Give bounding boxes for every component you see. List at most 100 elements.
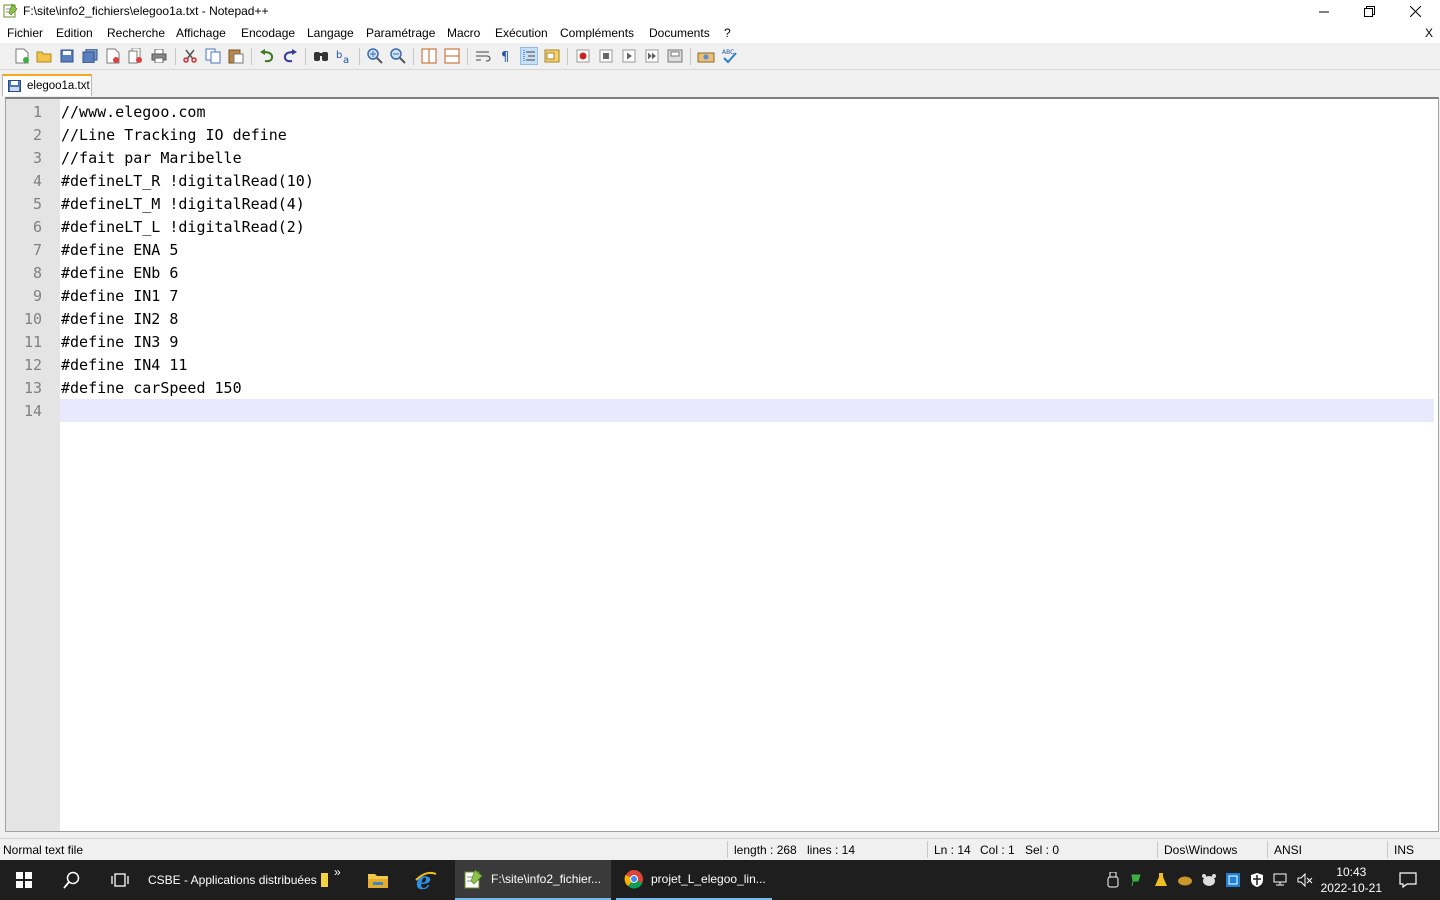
menu-affichage[interactable]: Affichage: [176, 26, 226, 40]
line-number: 2: [32, 126, 42, 144]
indent-guide-icon[interactable]: [520, 47, 538, 65]
toolbar-folder-label[interactable]: CSBE - Applications distribuées: [148, 860, 317, 900]
launch-browser-icon[interactable]: [697, 47, 715, 65]
undo-icon[interactable]: [258, 47, 276, 65]
minimize-button[interactable]: [1301, 0, 1347, 23]
file-explorer-button[interactable]: [355, 860, 401, 900]
code-line[interactable]: #define IN1 7: [61, 285, 178, 308]
menu-fichier[interactable]: Fichier: [7, 26, 43, 40]
code-line[interactable]: #defineLT_R !digitalRead(10): [61, 170, 314, 193]
code-line[interactable]: #define IN4 11: [61, 354, 187, 377]
eol-format-label[interactable]: Dos\Windows: [1164, 843, 1237, 857]
toolbar-overflow-button[interactable]: »: [334, 852, 341, 892]
record-macro-icon[interactable]: [574, 47, 592, 65]
bear-tray-icon[interactable]: [1201, 872, 1217, 888]
menu-encodage[interactable]: Encodage: [241, 26, 295, 40]
stop-macro-icon[interactable]: [597, 47, 615, 65]
title-bar: F:\site\info2_fichiers\elegoo1a.txt - No…: [0, 0, 1440, 23]
cut-icon[interactable]: [181, 47, 199, 65]
show-all-chars-icon[interactable]: ¶: [497, 47, 515, 65]
svg-text:ABC: ABC: [722, 49, 734, 56]
save-all-icon[interactable]: [81, 47, 99, 65]
new-file-icon[interactable]: [13, 47, 31, 65]
save-macro-icon[interactable]: [666, 47, 684, 65]
close-window-button[interactable]: [1392, 0, 1438, 23]
menu-help[interactable]: ?: [724, 26, 731, 40]
code-line[interactable]: //Line Tracking IO define: [61, 124, 287, 147]
code-line[interactable]: #define ENA 5: [61, 239, 178, 262]
encoding-label[interactable]: ANSI: [1274, 843, 1302, 857]
taskbar-chrome[interactable]: projet_L_elegoo_lin...: [616, 860, 772, 900]
print-icon[interactable]: [150, 47, 168, 65]
network-icon[interactable]: [1273, 872, 1289, 888]
sync-vertical-icon[interactable]: [420, 47, 438, 65]
menu-edition[interactable]: Edition: [56, 26, 93, 40]
zoom-out-icon[interactable]: [389, 47, 407, 65]
saved-file-icon: [8, 80, 21, 92]
cloud-tray-icon[interactable]: [1177, 872, 1193, 888]
run-macro-multiple-icon[interactable]: [643, 47, 661, 65]
spell-check-icon[interactable]: ABC: [720, 47, 738, 65]
line-number: 12: [23, 356, 42, 374]
text-editor[interactable]: 1 //www.elegoo.com 2 //Line Tracking IO …: [5, 97, 1439, 832]
play-macro-icon[interactable]: [620, 47, 638, 65]
copy-icon[interactable]: [204, 47, 222, 65]
insert-mode-label[interactable]: INS: [1394, 843, 1414, 857]
menu-macro[interactable]: Macro: [447, 26, 480, 40]
search-button[interactable]: [48, 860, 96, 900]
menu-documents[interactable]: Documents: [649, 26, 710, 40]
lines-count-label: lines : 14: [807, 843, 856, 857]
menu-recherche[interactable]: Recherche: [107, 26, 165, 40]
code-line[interactable]: #defineLT_L !digitalRead(2): [61, 216, 305, 239]
restore-button[interactable]: [1346, 0, 1392, 23]
windows-icon: [16, 872, 32, 888]
paste-icon[interactable]: [227, 47, 245, 65]
replace-icon[interactable]: ba: [335, 47, 353, 65]
flask-tray-icon[interactable]: [1153, 872, 1169, 888]
task-view-button[interactable]: [96, 860, 144, 900]
code-line[interactable]: //fait par Maribelle: [61, 147, 242, 170]
usb-device-icon[interactable]: [1105, 872, 1121, 888]
code-line[interactable]: //www.elegoo.com: [61, 101, 206, 124]
green-app-tray-icon[interactable]: [1129, 872, 1145, 888]
tab-label: elegoo1a.txt: [27, 80, 90, 92]
menu-langage[interactable]: Langage: [307, 26, 354, 40]
code-line[interactable]: #define carSpeed 150: [61, 377, 242, 400]
close-all-icon[interactable]: [127, 47, 145, 65]
close-document-button[interactable]: X: [1425, 26, 1433, 40]
code-line[interactable]: #define IN2 8: [61, 308, 178, 331]
word-wrap-icon[interactable]: [474, 47, 492, 65]
menu-execution[interactable]: Exécution: [495, 26, 548, 40]
notification-center-icon[interactable]: [1398, 871, 1418, 889]
line-number: 3: [32, 149, 42, 167]
notepad-plus-plus-taskbar-icon: [464, 869, 483, 889]
system-clock[interactable]: 10:43 2022-10-21: [1321, 864, 1382, 896]
save-icon[interactable]: [58, 47, 76, 65]
menu-complements[interactable]: Compléments: [560, 26, 634, 40]
zoom-in-icon[interactable]: [366, 47, 384, 65]
volume-muted-icon[interactable]: [1297, 872, 1313, 888]
folder-shortcut-icon[interactable]: [321, 860, 328, 900]
status-bar: Normal text file length : 268 lines : 14…: [0, 838, 1440, 860]
sync-horizontal-icon[interactable]: [443, 47, 461, 65]
blue-square-tray-icon[interactable]: [1225, 872, 1241, 888]
clock-date: 2022-10-21: [1320, 881, 1382, 895]
open-file-icon[interactable]: [35, 47, 53, 65]
defender-shield-icon[interactable]: [1249, 872, 1265, 888]
internet-explorer-button[interactable]: e: [403, 860, 449, 900]
code-line[interactable]: #define ENb 6: [61, 262, 178, 285]
line-number: 10: [23, 310, 42, 328]
redo-icon[interactable]: [281, 47, 299, 65]
chrome-icon: [624, 870, 643, 889]
tab-elegoo1a[interactable]: elegoo1a.txt: [2, 74, 92, 96]
code-line[interactable]: #define IN3 9: [61, 331, 178, 354]
code-line[interactable]: #defineLT_M !digitalRead(4): [61, 193, 305, 216]
doc-map-icon[interactable]: [543, 47, 561, 65]
find-icon[interactable]: [312, 47, 330, 65]
tab-bar: elegoo1a.txt: [0, 70, 1440, 97]
start-button[interactable]: [0, 860, 48, 900]
close-file-icon[interactable]: [104, 47, 122, 65]
menu-parametrage[interactable]: Paramétrage: [366, 26, 435, 40]
clock-time: 10:43: [1336, 865, 1367, 879]
taskbar-notepad-plus-plus[interactable]: F:\site\info2_fichier...: [455, 860, 611, 900]
